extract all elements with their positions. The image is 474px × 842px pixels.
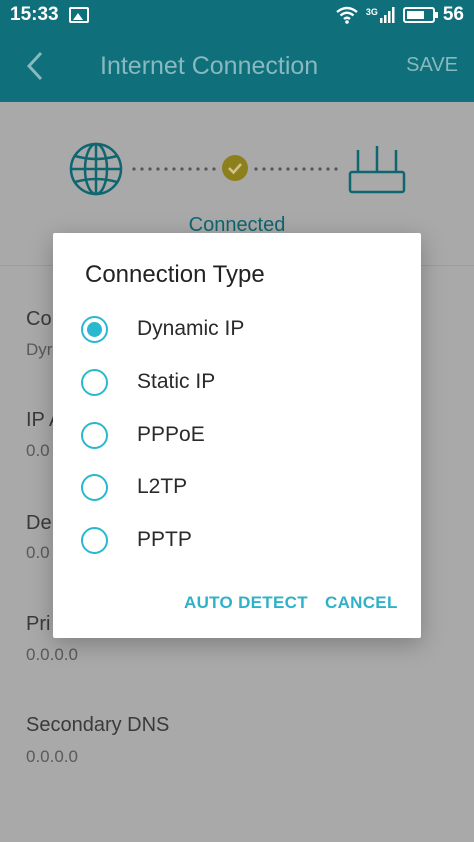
option-static-ip[interactable]: Static IP	[81, 360, 391, 404]
connection-type-value: Dyr	[26, 340, 53, 359]
back-button[interactable]	[0, 30, 70, 102]
check-circle-icon	[222, 155, 248, 181]
wifi-icon	[336, 6, 358, 24]
back-arrow-icon	[26, 51, 43, 81]
ip-address-value: 0.0	[26, 441, 50, 460]
connection-type-dialog: Connection Type Dynamic IP Static IP PPP…	[53, 233, 421, 638]
option-label: Dynamic IP	[137, 317, 245, 340]
auto-detect-button[interactable]: AUTO DETECT	[184, 593, 308, 613]
status-time: 15:33	[10, 4, 59, 25]
status-bar: 15:33 3G 56	[0, 0, 474, 30]
router-icon	[348, 146, 406, 194]
connection-type-label: Co	[26, 308, 52, 330]
radio-button-icon[interactable]	[81, 421, 108, 449]
option-label: PPTP	[137, 528, 192, 551]
option-label: Static IP	[137, 370, 216, 393]
radio-button-icon[interactable]	[81, 473, 108, 501]
radio-button-icon[interactable]	[81, 368, 108, 396]
option-pppoe[interactable]: PPPoE	[81, 413, 391, 457]
status-indicators: 3G 56	[336, 4, 464, 26]
page-title: Internet Connection	[100, 51, 319, 80]
option-dynamic-ip[interactable]: Dynamic IP	[81, 307, 391, 351]
default-gateway-label: De	[26, 512, 52, 534]
primary-dns-label: Pri	[26, 613, 51, 635]
primary-dns-value: 0.0.0.0	[26, 645, 78, 664]
image-notification-icon	[68, 7, 89, 23]
secondary-dns-value: 0.0.0.0	[26, 747, 78, 766]
globe-icon	[69, 142, 123, 196]
radio-button-icon[interactable]	[81, 315, 108, 343]
app-bar: Internet Connection SAVE	[0, 30, 474, 102]
option-label: L2TP	[137, 475, 188, 498]
battery-level: 56	[442, 4, 464, 25]
default-gateway-value: 0.0	[26, 543, 50, 562]
secondary-dns-label: Secondary DNS	[26, 714, 170, 736]
save-button[interactable]: SAVE	[406, 54, 458, 77]
option-pptp[interactable]: PPTP	[81, 518, 391, 562]
signal-icon	[379, 7, 395, 23]
option-l2tp[interactable]: L2TP	[81, 465, 391, 509]
option-label: PPPoE	[137, 423, 205, 446]
dialog-title: Connection Type	[85, 261, 265, 288]
cancel-button[interactable]: CANCEL	[325, 593, 398, 613]
battery-icon	[402, 7, 438, 23]
network-type-label: 3G	[365, 7, 378, 17]
radio-button-icon[interactable]	[81, 526, 108, 554]
